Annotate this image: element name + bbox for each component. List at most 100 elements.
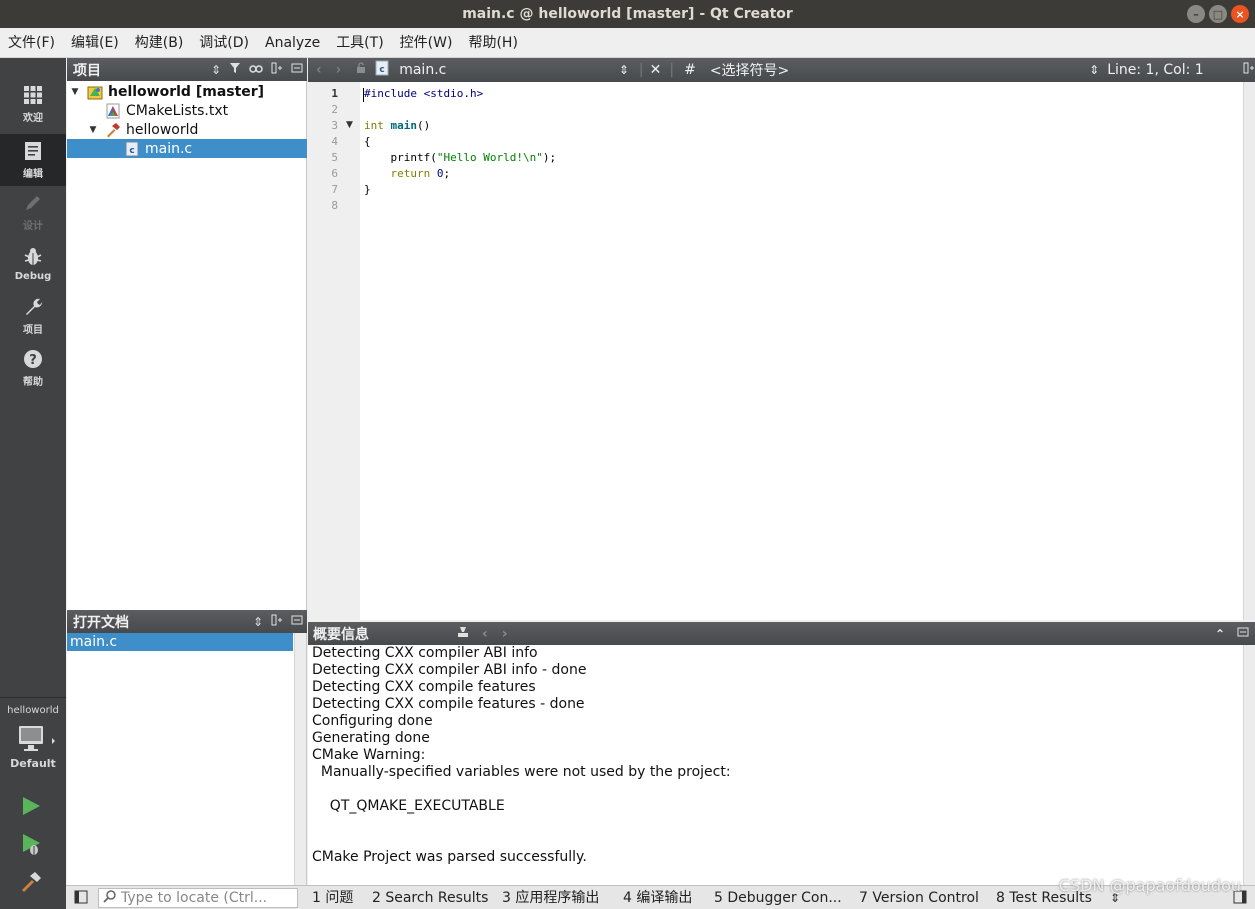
menu-edit[interactable]: 编辑(E) (63, 28, 127, 58)
output-line: CMake Project was parsed successfully. (312, 849, 587, 865)
clear-output-icon[interactable] (456, 626, 470, 641)
pencil-icon (22, 192, 44, 214)
open-docs-list: main.c (67, 633, 307, 885)
menu-analyze[interactable]: Analyze (257, 28, 328, 58)
menu-widgets[interactable]: 控件(W) (392, 28, 461, 58)
split-icon[interactable] (271, 62, 283, 77)
close-pane-icon[interactable] (1237, 626, 1249, 642)
next-item-icon[interactable]: › (502, 626, 508, 642)
mode-welcome[interactable]: 欢迎 (0, 78, 66, 130)
mode-separator (0, 697, 66, 698)
symbol-selector[interactable]: <选择符号> (710, 60, 1089, 80)
tree-item-helloworld-target[interactable]: ▼ helloworld (67, 120, 307, 139)
output-text[interactable]: Detecting CXX compiler ABI info Detectin… (308, 645, 1243, 885)
document-selector-arrows-icon[interactable]: ⇕ (619, 63, 629, 77)
line-number-gutter: 1 2 3 ▼ 4 5 6 7 8 (308, 82, 360, 620)
lock-icon (355, 62, 367, 78)
close-panel-icon[interactable] (291, 62, 303, 77)
monitor-icon (19, 726, 55, 751)
cmake-icon (105, 103, 121, 119)
debug-run-icon (23, 834, 40, 855)
menu-debug[interactable]: 调试(D) (191, 28, 257, 58)
close-icon[interactable]: × (1231, 5, 1249, 23)
code-line: printf("Hello World!\n"); (364, 151, 557, 164)
filter-icon[interactable] (229, 62, 241, 77)
text-cursor (363, 88, 364, 102)
tab-version-control[interactable]: 7 Version Control (859, 886, 979, 909)
maximize-icon[interactable]: □ (1209, 5, 1227, 23)
forward-icon[interactable]: › (336, 62, 342, 78)
output-pane-header: 概要信息 ‹ › ⌃ (308, 622, 1255, 645)
split-icon[interactable] (271, 614, 283, 629)
minimize-icon[interactable]: – (1187, 5, 1205, 23)
output-scrollbar[interactable] (1243, 645, 1255, 885)
tree-item-main-c[interactable]: c main.c (67, 139, 307, 158)
mode-debug[interactable]: Debug (0, 238, 66, 290)
view-selector-arrows-icon[interactable]: ⇕ (253, 615, 263, 629)
tree-item-project[interactable]: ▼ helloworld [master] (67, 82, 307, 101)
code-line: } (364, 183, 371, 196)
menu-build[interactable]: 构建(B) (127, 28, 192, 58)
watermark: CSDN @papaofdoudou (1058, 876, 1241, 895)
expand-arrow-icon[interactable]: ▼ (87, 125, 99, 135)
build-button[interactable] (18, 869, 44, 895)
target-project-label: helloworld (7, 705, 59, 716)
tab-application-output[interactable]: 3 应用程序输出 (502, 886, 599, 909)
c-file-icon: c (375, 60, 389, 80)
window-title: main.c @ helloworld [master] - Qt Creato… (462, 6, 793, 22)
open-docs-scrollbar[interactable] (294, 633, 306, 885)
svg-text:c: c (129, 146, 134, 156)
mode-projects[interactable]: 项目 (0, 290, 66, 342)
cursor-position[interactable]: Line: 1, Col: 1 (1107, 62, 1237, 78)
maximize-pane-icon[interactable]: ⌃ (1215, 627, 1225, 641)
back-icon[interactable]: ‹ (316, 62, 322, 78)
open-docs-header: 打开文档 ⇕ (67, 610, 307, 633)
close-panel-icon[interactable] (291, 614, 303, 629)
document-selector[interactable]: main.c (399, 62, 619, 78)
tree-item-cmakelists[interactable]: CMakeLists.txt (67, 101, 307, 120)
view-selector-arrows-icon[interactable]: ⇕ (211, 63, 221, 77)
close-document-icon[interactable]: ✕ (650, 62, 662, 78)
link-icon[interactable] (249, 63, 263, 77)
tab-search-results[interactable]: 2 Search Results (372, 886, 488, 909)
open-docs-title: 打开文档 (73, 614, 129, 631)
menu-bar: 文件(F) 编辑(E) 构建(B) 调试(D) Analyze 工具(T) 控件… (0, 28, 1255, 58)
menu-tools[interactable]: 工具(T) (328, 28, 391, 58)
symbol-selector-arrows-icon[interactable]: ⇕ (1089, 63, 1099, 77)
run-button[interactable] (18, 793, 44, 819)
debug-run-button[interactable] (18, 831, 44, 857)
open-doc-item[interactable]: main.c (67, 633, 293, 651)
locator-input[interactable]: Type to locate (Ctrl... (98, 888, 298, 908)
split-editor-icon[interactable] (1243, 62, 1255, 78)
prev-item-icon[interactable]: ‹ (482, 626, 488, 642)
menu-help[interactable]: 帮助(H) (460, 28, 525, 58)
tab-compile-output[interactable]: 4 编译输出 (623, 886, 692, 909)
output-line: Generating done (312, 730, 430, 746)
svg-text:c: c (380, 65, 385, 75)
tab-debugger-console[interactable]: 5 Debugger Con... (714, 886, 842, 909)
run-icon (23, 797, 40, 815)
window-controls: – □ × (1187, 5, 1249, 23)
hammer-icon (22, 872, 41, 892)
mode-design[interactable]: 设计 (0, 186, 66, 238)
toggle-sidebar-icon[interactable] (74, 890, 88, 908)
wrench-icon (22, 296, 44, 318)
expand-arrow-icon[interactable]: ▼ (69, 87, 81, 97)
help-icon: ? (22, 348, 44, 370)
tab-issues[interactable]: 1 问题 (312, 886, 353, 909)
mode-edit[interactable]: 编辑 (0, 134, 66, 186)
mode-help[interactable]: ? 帮助 (0, 342, 66, 394)
output-line: Detecting CXX compiler ABI info (312, 645, 538, 661)
project-tree: ▼ helloworld [master] CMakeLists.txt ▼ h… (67, 81, 307, 611)
title-bar: main.c @ helloworld [master] - Qt Creato… (0, 0, 1255, 28)
grid-icon (22, 84, 44, 106)
menu-file[interactable]: 文件(F) (0, 28, 63, 58)
open-docs-tools: ⇕ (253, 610, 303, 633)
line-number: 6 (331, 167, 338, 180)
code-editor[interactable]: #include <stdio.h> int main() { printf("… (360, 82, 1243, 620)
output-line: QT_QMAKE_EXECUTABLE (312, 798, 505, 814)
fold-arrow-icon[interactable]: ▼ (346, 120, 353, 130)
line-number: 5 (331, 151, 338, 164)
output-line: Configuring done (312, 713, 433, 729)
editor-scrollbar[interactable] (1243, 82, 1255, 620)
